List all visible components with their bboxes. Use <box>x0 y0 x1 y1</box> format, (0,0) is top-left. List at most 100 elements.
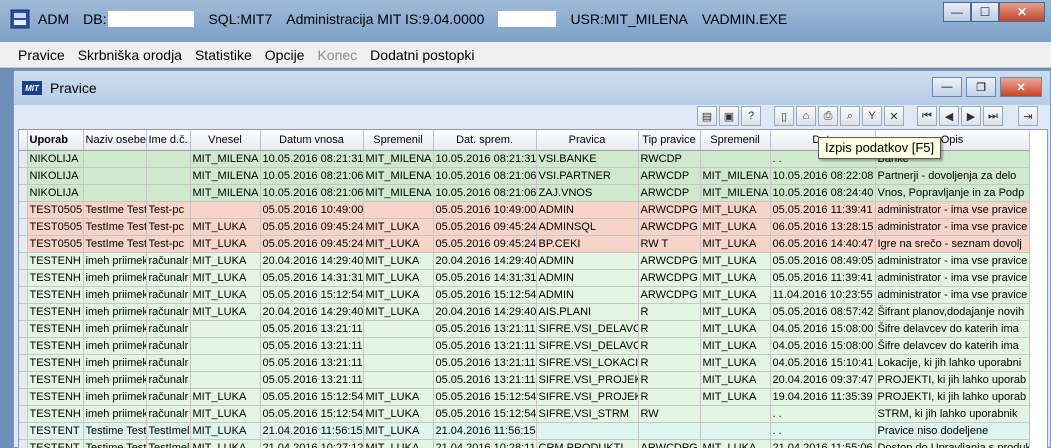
table-cell[interactable]: 05.05.2016 13:21:11 <box>433 337 537 355</box>
table-cell[interactable]: ARWCDPG <box>638 218 701 236</box>
table-cell[interactable]: MIT_LUKA <box>363 235 434 253</box>
table-cell[interactable]: računalr <box>146 354 191 372</box>
table-cell[interactable] <box>363 371 434 389</box>
row-selector[interactable] <box>19 405 28 423</box>
table-cell[interactable]: 05.05.2016 13:21:11 <box>433 371 537 389</box>
table-cell[interactable]: PROJEKTI, ki jih lahko uporab <box>875 371 1030 389</box>
table-cell[interactable]: MIT_MILENA <box>190 184 261 202</box>
table-cell[interactable]: 10.05.2016 08:24:40 <box>770 184 876 202</box>
column-header[interactable]: Spremenil <box>363 130 434 151</box>
table-cell[interactable]: TestImel <box>146 439 191 448</box>
row-selector[interactable] <box>19 218 28 236</box>
table-cell[interactable]: TESTENH <box>27 320 84 338</box>
table-cell[interactable]: 10.05.2016 08:21:06 <box>260 167 364 185</box>
table-cell[interactable]: MIT_LUKA <box>700 303 771 321</box>
table-cell[interactable]: TESTENT <box>27 422 84 440</box>
table-cell[interactable]: TestIme Test <box>83 235 147 253</box>
table-cell[interactable]: TEST0505 <box>27 218 84 236</box>
table-cell[interactable]: BP.CEKI <box>536 235 639 253</box>
table-cell[interactable] <box>190 320 261 338</box>
table-cell[interactable]: NIKOLIJA <box>27 150 84 168</box>
table-cell[interactable]: NIKOLIJA <box>27 184 84 202</box>
row-selector[interactable] <box>19 320 28 338</box>
table-cell[interactable]: NIKOLIJA <box>27 167 84 185</box>
help-icon[interactable]: ? <box>741 106 761 126</box>
table-cell[interactable]: 10.05.2016 08:21:31 <box>433 150 537 168</box>
table-cell[interactable]: MIT_LUKA <box>700 388 771 406</box>
table-cell[interactable]: Vnos, Popravljanje in za Podp <box>875 184 1030 202</box>
table-cell[interactable]: MIT_LUKA <box>700 371 771 389</box>
table-cell[interactable]: MIT_LUKA <box>190 303 261 321</box>
table-cell[interactable]: TEST0505 <box>27 201 84 219</box>
table-cell[interactable]: imeh priimekh <box>83 371 147 389</box>
table-cell[interactable]: PROJEKTI, ki jih lahko uporab <box>875 388 1030 406</box>
table-cell[interactable]: TESTENH <box>27 252 84 270</box>
table-cell[interactable]: imeh priimekh <box>83 320 147 338</box>
table-cell[interactable]: 05.05.2016 08:49:05 <box>770 252 876 270</box>
table-cell[interactable]: 20.04.2016 14:29:40 <box>260 303 364 321</box>
row-selector[interactable] <box>19 354 28 372</box>
table-cell[interactable]: SIFRE.VSI_STRM <box>536 405 639 423</box>
table-cell[interactable]: TESTENH <box>27 405 84 423</box>
table-cell[interactable]: 10.05.2016 08:22:08 <box>770 167 876 185</box>
table-cell[interactable]: Pravice niso dodeljene <box>875 422 1030 440</box>
table-cell[interactable]: MIT_LUKA <box>363 269 434 287</box>
table-cell[interactable]: MIT_LUKA <box>700 354 771 372</box>
table-cell[interactable]: RW T <box>638 235 701 253</box>
row-selector[interactable] <box>19 252 28 270</box>
table-row[interactable]: TEST0505 TestIme Test Test-pc MIT_LUKA 05.05… <box>19 235 1030 253</box>
table-cell[interactable]: MIT_MILENA <box>363 167 434 185</box>
column-header[interactable]: Spremenil <box>700 130 771 151</box>
table-row[interactable]: TESTENHimeh priimekhračunalrMIT_LUKA05.0… <box>19 405 1030 423</box>
table-cell[interactable]: računalr <box>146 303 191 321</box>
table-cell[interactable]: MIT_LUKA <box>700 201 771 219</box>
table-cell[interactable] <box>363 354 434 372</box>
table-cell[interactable]: TEST0505 <box>27 235 84 253</box>
column-header[interactable]: Ime d.č. <box>146 130 191 151</box>
open-folder-icon[interactable]: ⌂ <box>796 106 816 126</box>
table-cell[interactable]: 21.04.2016 11:55:06 <box>770 439 876 448</box>
table-cell[interactable]: R <box>638 303 701 321</box>
table-cell[interactable]: računalr <box>146 320 191 338</box>
table-cell[interactable]: ARWCDPG <box>638 439 701 448</box>
table-cell[interactable]: MIT_LUKA <box>190 439 261 448</box>
table-cell[interactable]: MIT_MILENA <box>363 150 434 168</box>
row-selector[interactable] <box>19 439 28 448</box>
table-cell[interactable]: MIT_LUKA <box>363 422 434 440</box>
table-cell[interactable]: ADMIN <box>536 252 639 270</box>
table-cell[interactable]: ADMIN <box>536 201 639 219</box>
print-icon[interactable]: ⎙ <box>818 106 838 126</box>
table-cell[interactable]: imeh priimekh <box>83 388 147 406</box>
table-cell[interactable]: MIT_LUKA <box>190 286 261 304</box>
table-cell[interactable]: Šifre delavcev do katerih ima <box>875 320 1030 338</box>
table-cell[interactable]: računalr <box>146 405 191 423</box>
table-cell[interactable] <box>146 167 191 185</box>
row-selector[interactable] <box>19 184 28 202</box>
table-cell[interactable]: računalr <box>146 371 191 389</box>
table-cell[interactable]: 05.05.2016 15:12:54 <box>260 388 364 406</box>
table-cell[interactable]: 21.04.2016 10:28:11 <box>433 439 537 448</box>
table-cell[interactable]: MIT_LUKA <box>190 252 261 270</box>
monitor-icon[interactable]: ▣ <box>719 106 739 126</box>
table-cell[interactable]: . . <box>770 422 876 440</box>
table-cell[interactable]: Test-pc <box>146 235 191 253</box>
table-cell[interactable]: R <box>638 337 701 355</box>
table-row[interactable]: TESTENHimeh priimekhračunalrMIT_LUKA05.0… <box>19 269 1030 287</box>
table-cell[interactable]: CRM.PRODUKTI <box>536 439 639 448</box>
table-row[interactable]: NIKOLIJA MIT_MILENA 10.05.2016 08:21:06 MIT… <box>19 167 1030 185</box>
minimize-button[interactable]: — <box>943 2 971 22</box>
table-cell[interactable]: TESTENH <box>27 388 84 406</box>
table-cell[interactable]: MIT_MILENA <box>700 184 771 202</box>
table-cell[interactable] <box>700 150 771 168</box>
table-cell[interactable]: SIFRE.VSI_LOKACIJ <box>536 354 639 372</box>
table-row[interactable]: TEST0505 TestIme Test Test-pc MIT_LUKA 05.05… <box>19 218 1030 236</box>
table-row[interactable]: TESTENHimeh priimekhračunalrMIT_LUKA20.0… <box>19 252 1030 270</box>
last-record-icon[interactable]: ⏭ <box>983 106 1003 126</box>
table-cell[interactable]: AIS.PLANI <box>536 303 639 321</box>
close-button[interactable]: ✕ <box>999 2 1045 22</box>
permissions-table[interactable]: Uporab Naziv osebe Ime d.č. Vnesel Datum… <box>18 129 1048 448</box>
table-cell[interactable]: MIT_LUKA <box>363 303 434 321</box>
table-cell[interactable]: 05.05.2016 15:12:54 <box>260 405 364 423</box>
table-cell[interactable]: MIT_MILENA <box>700 167 771 185</box>
table-cell[interactable]: računalr <box>146 388 191 406</box>
